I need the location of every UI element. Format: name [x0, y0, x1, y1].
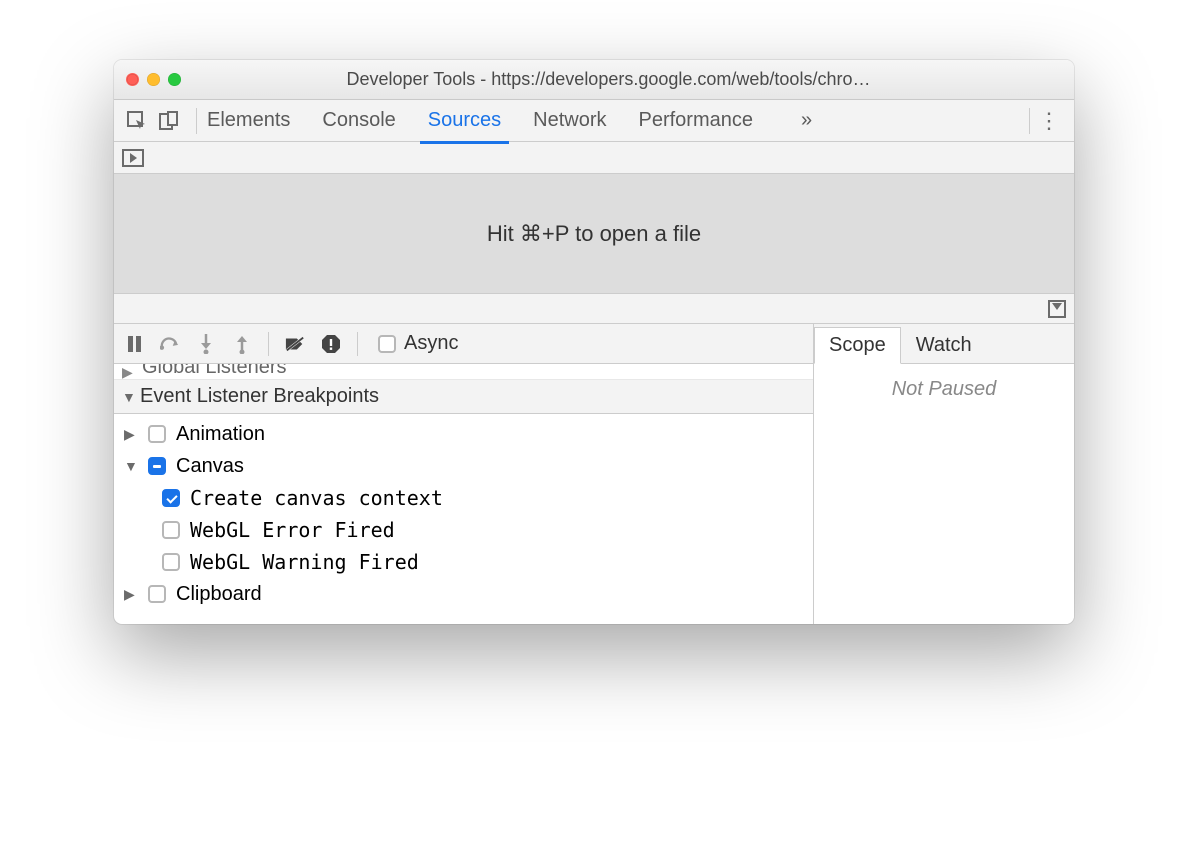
checkbox-webgl-warning-fired[interactable]: [162, 553, 180, 571]
debugger-pane: Async ▶ Global Listeners ▼ Event Listene…: [114, 324, 1074, 624]
pause-script-icon[interactable]: [124, 334, 144, 354]
tree-item-clipboard[interactable]: ▶ Clipboard: [114, 578, 813, 610]
chevron-down-icon: ▼: [122, 389, 134, 405]
deactivate-breakpoints-icon[interactable]: [285, 334, 305, 354]
checkbox-create-canvas-context[interactable]: [162, 489, 180, 507]
window-controls: [126, 73, 181, 86]
tabs-overflow-icon[interactable]: »: [801, 109, 812, 132]
tab-network[interactable]: Network: [531, 103, 608, 138]
event-breakpoint-tree: ▶ Animation ▼ Canvas Create canvas conte…: [114, 414, 813, 614]
tab-sources[interactable]: Sources: [426, 103, 503, 138]
tab-elements[interactable]: Elements: [205, 103, 292, 138]
section-event-listener-breakpoints[interactable]: ▼ Event Listener Breakpoints: [114, 380, 813, 414]
event-listener-breakpoints-label: Event Listener Breakpoints: [140, 385, 379, 408]
minimize-window-button[interactable]: [147, 73, 160, 86]
panel-tabs: Elements Console Sources Network Perform…: [205, 103, 812, 138]
section-global-listeners[interactable]: ▶ Global Listeners: [114, 364, 813, 380]
tree-item-webgl-error-fired[interactable]: WebGL Error Fired: [114, 514, 813, 546]
tree-item-webgl-warning-fired[interactable]: WebGL Warning Fired: [114, 546, 813, 578]
async-checkbox[interactable]: [378, 335, 396, 353]
tree-label: WebGL Error Fired: [190, 518, 395, 542]
open-file-hint: Hit ⌘+P to open a file: [114, 174, 1074, 294]
async-label: Async: [404, 332, 458, 355]
expand-drawer-icon[interactable]: [1048, 300, 1066, 318]
show-navigator-icon[interactable]: [122, 149, 144, 167]
chevron-down-icon: ▼: [124, 458, 142, 474]
checkbox-canvas[interactable]: [148, 457, 166, 475]
pause-on-exceptions-icon[interactable]: [321, 334, 341, 354]
tree-label: Clipboard: [176, 583, 262, 606]
inspect-element-icon[interactable]: [124, 108, 150, 134]
tab-scope[interactable]: Scope: [814, 327, 901, 364]
device-toolbar-icon[interactable]: [156, 108, 182, 134]
devtools-window: Developer Tools - https://developers.goo…: [114, 60, 1074, 624]
async-checkbox-group[interactable]: Async: [378, 332, 458, 355]
checkbox-clipboard[interactable]: [148, 585, 166, 603]
step-out-icon[interactable]: [232, 334, 252, 354]
tree-label: Animation: [176, 423, 265, 446]
titlebar: Developer Tools - https://developers.goo…: [114, 60, 1074, 100]
tab-watch[interactable]: Watch: [901, 327, 987, 364]
debugger-right-panel: Scope Watch Not Paused: [814, 324, 1074, 624]
step-into-icon[interactable]: [196, 334, 216, 354]
checkbox-webgl-error-fired[interactable]: [162, 521, 180, 539]
window-title: Developer Tools - https://developers.goo…: [195, 69, 1062, 90]
tab-performance[interactable]: Performance: [637, 103, 756, 138]
debugger-left-panel: Async ▶ Global Listeners ▼ Event Listene…: [114, 324, 814, 624]
chevron-right-icon: ▶: [124, 586, 142, 603]
zoom-window-button[interactable]: [168, 73, 181, 86]
tree-label: Canvas: [176, 455, 244, 478]
checkbox-animation[interactable]: [148, 425, 166, 443]
scope-watch-tabs: Scope Watch: [814, 324, 1074, 364]
tree-item-canvas[interactable]: ▼ Canvas: [114, 450, 813, 482]
global-listeners-label: Global Listeners: [142, 364, 287, 379]
open-file-hint-text: Hit ⌘+P to open a file: [487, 221, 701, 247]
debugger-toolbar: Async: [114, 324, 813, 364]
chevron-right-icon: ▶: [124, 426, 142, 443]
close-window-button[interactable]: [126, 73, 139, 86]
tree-label: WebGL Warning Fired: [190, 550, 419, 574]
tree-item-animation[interactable]: ▶ Animation: [114, 418, 813, 450]
chevron-right-icon: ▶: [122, 364, 134, 380]
not-paused-message: Not Paused: [814, 364, 1074, 415]
editor-strip: [114, 294, 1074, 324]
step-over-icon[interactable]: [160, 334, 180, 354]
sources-subbar: [114, 142, 1074, 174]
tree-label: Create canvas context: [190, 486, 443, 510]
tree-item-create-canvas-context[interactable]: Create canvas context: [114, 482, 813, 514]
settings-menu-icon[interactable]: ⋮: [1038, 108, 1064, 134]
main-toolbar: Elements Console Sources Network Perform…: [114, 100, 1074, 142]
tab-console[interactable]: Console: [320, 103, 397, 138]
